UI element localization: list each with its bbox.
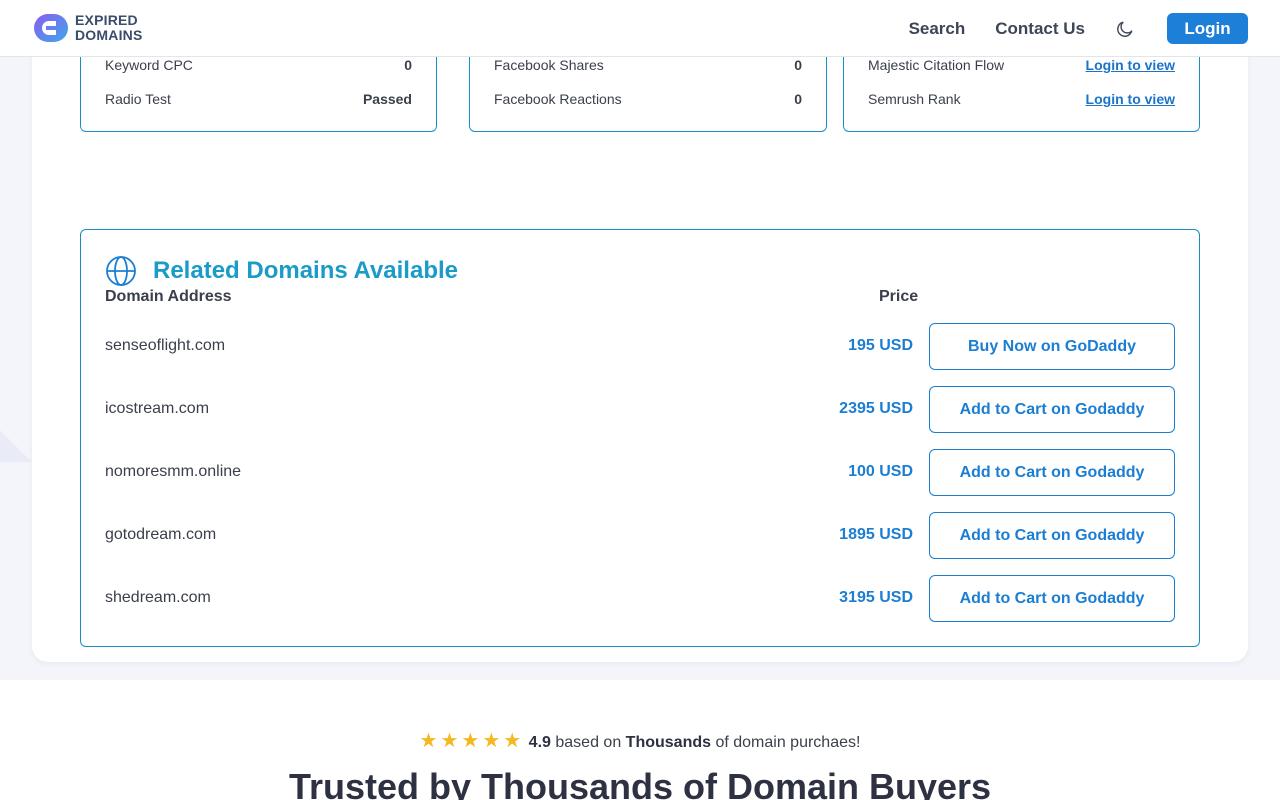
- domain-row: shedream.com 3195 USD Add to Cart on God…: [81, 575, 1199, 622]
- stat-label: Facebook Reactions: [494, 91, 622, 107]
- domain-name: nomoresmm.online: [105, 463, 242, 480]
- domain-price: 100 USD: [848, 463, 913, 480]
- logo-icon: [34, 14, 68, 42]
- add-to-cart-button[interactable]: Add to Cart on Godaddy: [929, 575, 1175, 622]
- rating-text: of domain purchaes!: [715, 734, 861, 751]
- stat-value: Passed: [362, 91, 412, 107]
- main-nav: Search Contact Us Login: [909, 13, 1248, 44]
- stat-row: Facebook Reactions 0: [494, 91, 802, 107]
- add-to-cart-button[interactable]: Add to Cart on Godaddy: [929, 512, 1175, 559]
- rating-text: based on: [555, 734, 622, 751]
- stat-row: Keyword CPC 0: [105, 57, 412, 73]
- stat-row: Semrush Rank Login to view: [868, 91, 1175, 107]
- rating-highlight: Thousands: [625, 734, 712, 751]
- domain-name: senseoflight.com: [105, 337, 226, 354]
- stat-label: Radio Test: [105, 91, 171, 107]
- globe-icon: [106, 256, 136, 286]
- domain-price: 1895 USD: [839, 526, 913, 543]
- site-logo[interactable]: EXPIRED DOMAINS: [32, 12, 143, 44]
- domain-price: 3195 USD: [839, 589, 913, 606]
- rating-score: 4.9: [528, 734, 551, 751]
- star-icon: ★: [503, 730, 522, 752]
- stat-row: Radio Test Passed: [105, 91, 412, 107]
- related-domains-panel: Related Domains Available Domain Address…: [80, 229, 1200, 647]
- domain-price: 2395 USD: [839, 400, 913, 417]
- stat-value: 0: [794, 91, 802, 107]
- trusted-heading: Trusted by Thousands of Domain Buyers: [288, 766, 992, 800]
- column-header-domain: Domain Address: [105, 288, 232, 305]
- stat-label: Semrush Rank: [868, 91, 961, 107]
- star-icon: ★: [440, 730, 459, 752]
- stat-value: 0: [404, 57, 412, 73]
- stat-label: Majestic Citation Flow: [868, 57, 1005, 73]
- login-button[interactable]: Login: [1167, 13, 1248, 44]
- stat-label: Facebook Shares: [494, 57, 604, 73]
- related-domains-header: Related Domains Available: [105, 255, 458, 287]
- nav-contact-link[interactable]: Contact Us: [995, 19, 1085, 39]
- rating-summary: ★ ★ ★ ★ ★ 4.9 based on Thousands of domain p…: [0, 728, 1280, 753]
- stat-label: Keyword CPC: [105, 57, 193, 73]
- star-icon: ★: [461, 730, 480, 752]
- domain-row: senseoflight.com 195 USD Buy Now on GoDa…: [81, 323, 1199, 370]
- stat-row: Majestic Citation Flow Login to view: [868, 57, 1175, 73]
- domain-name: shedream.com: [105, 589, 211, 606]
- login-to-view-link[interactable]: Login to view: [1086, 57, 1175, 73]
- domain-row: icostream.com 2395 USD Add to Cart on Go…: [81, 386, 1199, 433]
- domain-row: nomoresmm.online 100 USD Add to Cart on …: [81, 449, 1199, 496]
- stat-value: 0: [794, 57, 802, 73]
- site-header: EXPIRED DOMAINS Search Contact Us Login: [0, 0, 1280, 57]
- domain-name: gotodream.com: [105, 526, 217, 543]
- add-to-cart-button[interactable]: Add to Cart on Godaddy: [929, 449, 1175, 496]
- domain-name: icostream.com: [105, 400, 210, 417]
- login-to-view-link[interactable]: Login to view: [1086, 91, 1175, 107]
- star-icon: ★: [419, 730, 438, 752]
- background-decoration: [0, 430, 32, 462]
- add-to-cart-button[interactable]: Add to Cart on Godaddy: [929, 386, 1175, 433]
- related-domains-title: Related Domains Available: [153, 257, 458, 284]
- stat-row: Facebook Shares 0: [494, 57, 802, 73]
- nav-search-link[interactable]: Search: [909, 19, 966, 39]
- moon-icon[interactable]: [1115, 19, 1135, 39]
- logo-text: EXPIRED DOMAINS: [75, 12, 143, 43]
- column-header-price: Price: [879, 288, 919, 305]
- domain-row: gotodream.com 1895 USD Add to Cart on Go…: [81, 512, 1199, 559]
- domain-price: 195 USD: [848, 337, 913, 354]
- star-icon: ★: [482, 730, 501, 752]
- buy-now-button[interactable]: Buy Now on GoDaddy: [929, 323, 1175, 370]
